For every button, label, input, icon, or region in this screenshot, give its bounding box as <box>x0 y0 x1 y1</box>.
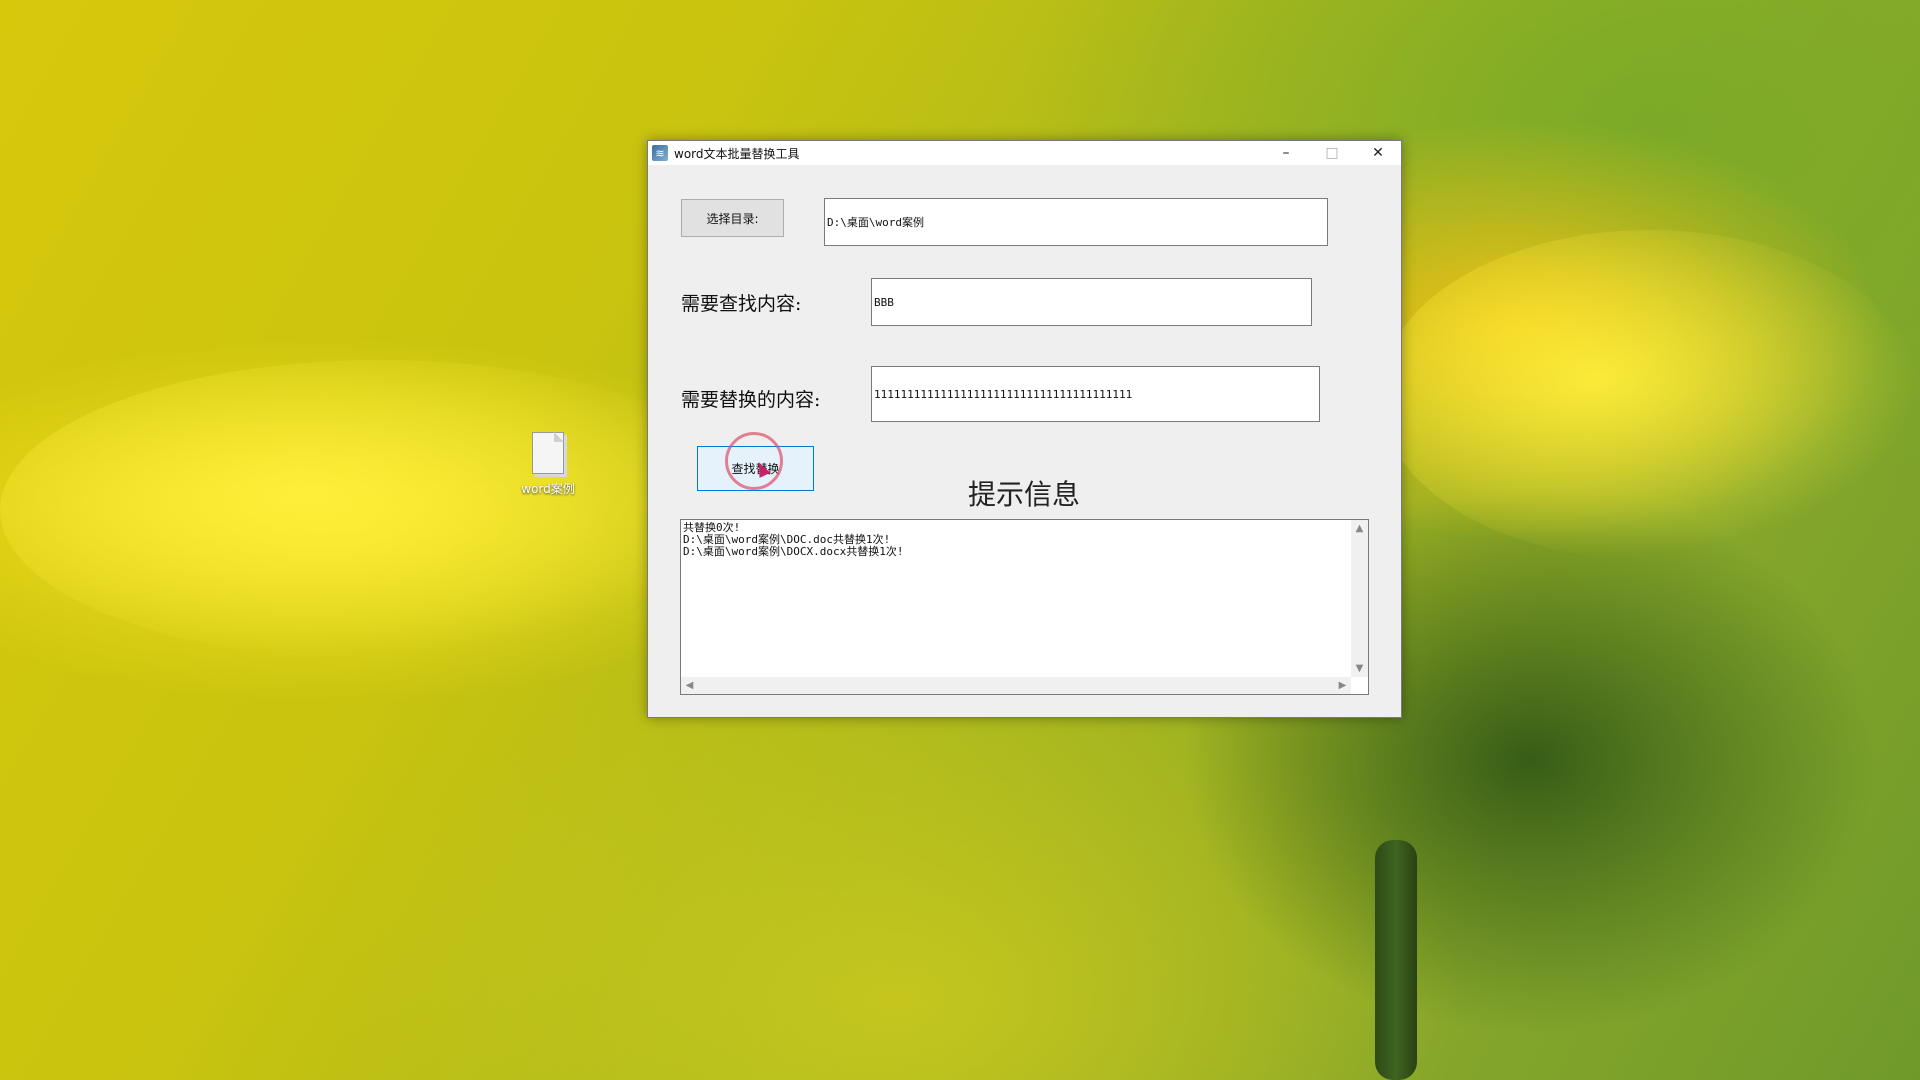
background-petal <box>0 360 760 660</box>
log-line: D:\桌面\word案例\DOCX.docx共替换1次! <box>683 545 904 558</box>
find-content-input[interactable]: BBB <box>871 278 1312 326</box>
find-content-label: 需要查找内容: <box>681 293 802 315</box>
scroll-right-icon[interactable]: ▶ <box>1334 677 1351 694</box>
document-icon <box>532 432 564 474</box>
title-bar[interactable]: ≋ word文本批量替换工具 – □ ✕ <box>648 141 1401 165</box>
scroll-up-icon[interactable]: ▲ <box>1351 520 1368 537</box>
hint-log-textarea[interactable]: 共替换0次! D:\桌面\word案例\DOC.doc共替换1次! D:\桌面\… <box>680 519 1369 695</box>
scroll-down-icon[interactable]: ▼ <box>1351 660 1368 677</box>
flower-stem <box>1375 840 1417 1080</box>
replace-content-input[interactable]: 111111111111111111111111111111111111111 <box>871 366 1320 422</box>
vertical-scrollbar[interactable]: ▲ ▼ <box>1351 520 1368 677</box>
click-indicator <box>725 432 783 490</box>
app-window: ≋ word文本批量替换工具 – □ ✕ 选择目录: D:\桌面\word案例 … <box>647 140 1402 718</box>
select-directory-button[interactable]: 选择目录: <box>681 199 784 237</box>
scroll-left-icon[interactable]: ◀ <box>681 677 698 694</box>
background-petal <box>1380 230 1920 560</box>
desktop-folder-word-cases[interactable]: word案例 <box>512 432 584 504</box>
desktop-icon-label: word案例 <box>521 482 575 496</box>
hint-title: 提示信息 <box>968 478 1081 511</box>
minimize-button[interactable]: – <box>1263 141 1309 165</box>
directory-path-field[interactable]: D:\桌面\word案例 <box>824 198 1328 246</box>
close-button[interactable]: ✕ <box>1355 141 1401 165</box>
window-title: word文本批量替换工具 <box>674 146 800 161</box>
log-content: 共替换0次! D:\桌面\word案例\DOC.doc共替换1次! D:\桌面\… <box>683 522 1350 676</box>
app-icon: ≋ <box>652 145 668 161</box>
replace-content-label: 需要替换的内容: <box>681 389 821 411</box>
horizontal-scrollbar[interactable]: ◀ ▶ <box>681 677 1351 694</box>
maximize-button[interactable]: □ <box>1309 141 1355 165</box>
window-controls: – □ ✕ <box>1263 141 1401 165</box>
